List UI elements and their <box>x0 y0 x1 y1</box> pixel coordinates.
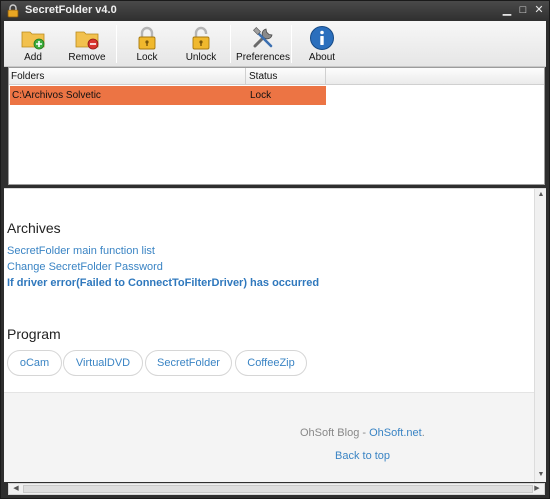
preferences-label: Preferences <box>236 52 290 63</box>
link-driver-error[interactable]: If driver error(Failed to ConnectToFilte… <box>7 277 319 289</box>
link-change-password[interactable]: Change SecretFolder Password <box>7 261 163 273</box>
footer-suffix: . <box>421 427 425 439</box>
tools-icon <box>253 27 273 48</box>
column-header-folders[interactable]: Folders <box>11 71 44 82</box>
program-secretfolder-button[interactable]: SecretFolder <box>145 350 232 376</box>
toolbar: Add Remove Lock Unlock Preferences About <box>4 21 546 67</box>
footer-prefix: OhSoft Blog - <box>300 427 370 439</box>
column-divider[interactable] <box>325 68 326 85</box>
folder-list[interactable]: Folders Status C:\Archivos Solvetic Lock <box>8 67 545 185</box>
link-main-function-list[interactable]: SecretFolder main function list <box>7 245 155 257</box>
footer-credit: OhSoft Blog - OhSoft.net. <box>300 427 425 439</box>
toolbar-separator <box>291 25 292 63</box>
folder-remove-icon <box>75 31 99 50</box>
vertical-scrollbar[interactable]: ▲ ▼ <box>534 189 546 482</box>
unlock-label: Unlock <box>185 52 217 63</box>
folder-row[interactable]: C:\Archivos Solvetic Lock <box>10 86 326 105</box>
column-divider[interactable] <box>245 68 246 85</box>
back-to-top-link[interactable]: Back to top <box>335 450 390 462</box>
app-lock-icon <box>7 4 19 18</box>
column-header-status[interactable]: Status <box>249 71 277 82</box>
archives-heading: Archives <box>7 220 61 236</box>
scroll-left-arrow-icon[interactable]: ◀ <box>11 484 21 494</box>
horizontal-scrollbar[interactable]: ◀ ▶ <box>8 483 545 495</box>
folder-add-icon <box>21 31 45 50</box>
lock-label: Lock <box>136 52 158 63</box>
title-bar[interactable]: SecretFolder v4.0 ▁ □ ✕ <box>1 1 549 21</box>
add-label: Add <box>24 52 42 63</box>
page-footer: OhSoft Blog - OhSoft.net. Back to top <box>4 392 534 482</box>
maximize-button[interactable]: □ <box>517 4 529 16</box>
info-icon <box>310 26 334 50</box>
program-virtualdvd-button[interactable]: VirtualDVD <box>63 350 143 376</box>
scroll-up-arrow-icon[interactable]: ▲ <box>536 191 546 201</box>
program-coffeezip-button[interactable]: CoffeeZip <box>235 350 307 376</box>
toolbar-separator <box>230 25 231 63</box>
scroll-down-arrow-icon[interactable]: ▼ <box>536 471 546 481</box>
program-ocam-button[interactable]: oCam <box>7 350 62 376</box>
scroll-right-arrow-icon[interactable]: ▶ <box>532 484 542 494</box>
unlock-button[interactable]: Unlock <box>174 23 228 65</box>
app-window: SecretFolder v4.0 ▁ □ ✕ Add Remove Lock … <box>0 0 550 499</box>
ohsoft-link[interactable]: OhSoft.net <box>369 427 422 439</box>
scroll-thumb[interactable] <box>23 485 533 493</box>
window-title: SecretFolder v4.0 <box>25 4 117 16</box>
preferences-button[interactable]: Preferences <box>233 23 293 65</box>
lock-open-icon <box>192 26 210 50</box>
about-label: About <box>308 52 336 63</box>
remove-button[interactable]: Remove <box>60 23 114 65</box>
toolbar-separator <box>116 25 117 63</box>
add-button[interactable]: Add <box>6 23 60 65</box>
folder-path: C:\Archivos Solvetic <box>12 90 101 101</box>
lock-closed-icon <box>138 26 156 50</box>
program-heading: Program <box>7 326 61 342</box>
minimize-button[interactable]: ▁ <box>501 4 513 16</box>
folder-list-header: Folders Status <box>9 68 544 85</box>
about-button[interactable]: About <box>295 23 349 65</box>
folder-status: Lock <box>250 90 272 101</box>
remove-label: Remove <box>68 52 106 63</box>
close-button[interactable]: ✕ <box>533 4 545 16</box>
web-panel: Archives SecretFolder main function list… <box>4 188 546 482</box>
lock-button[interactable]: Lock <box>120 23 174 65</box>
